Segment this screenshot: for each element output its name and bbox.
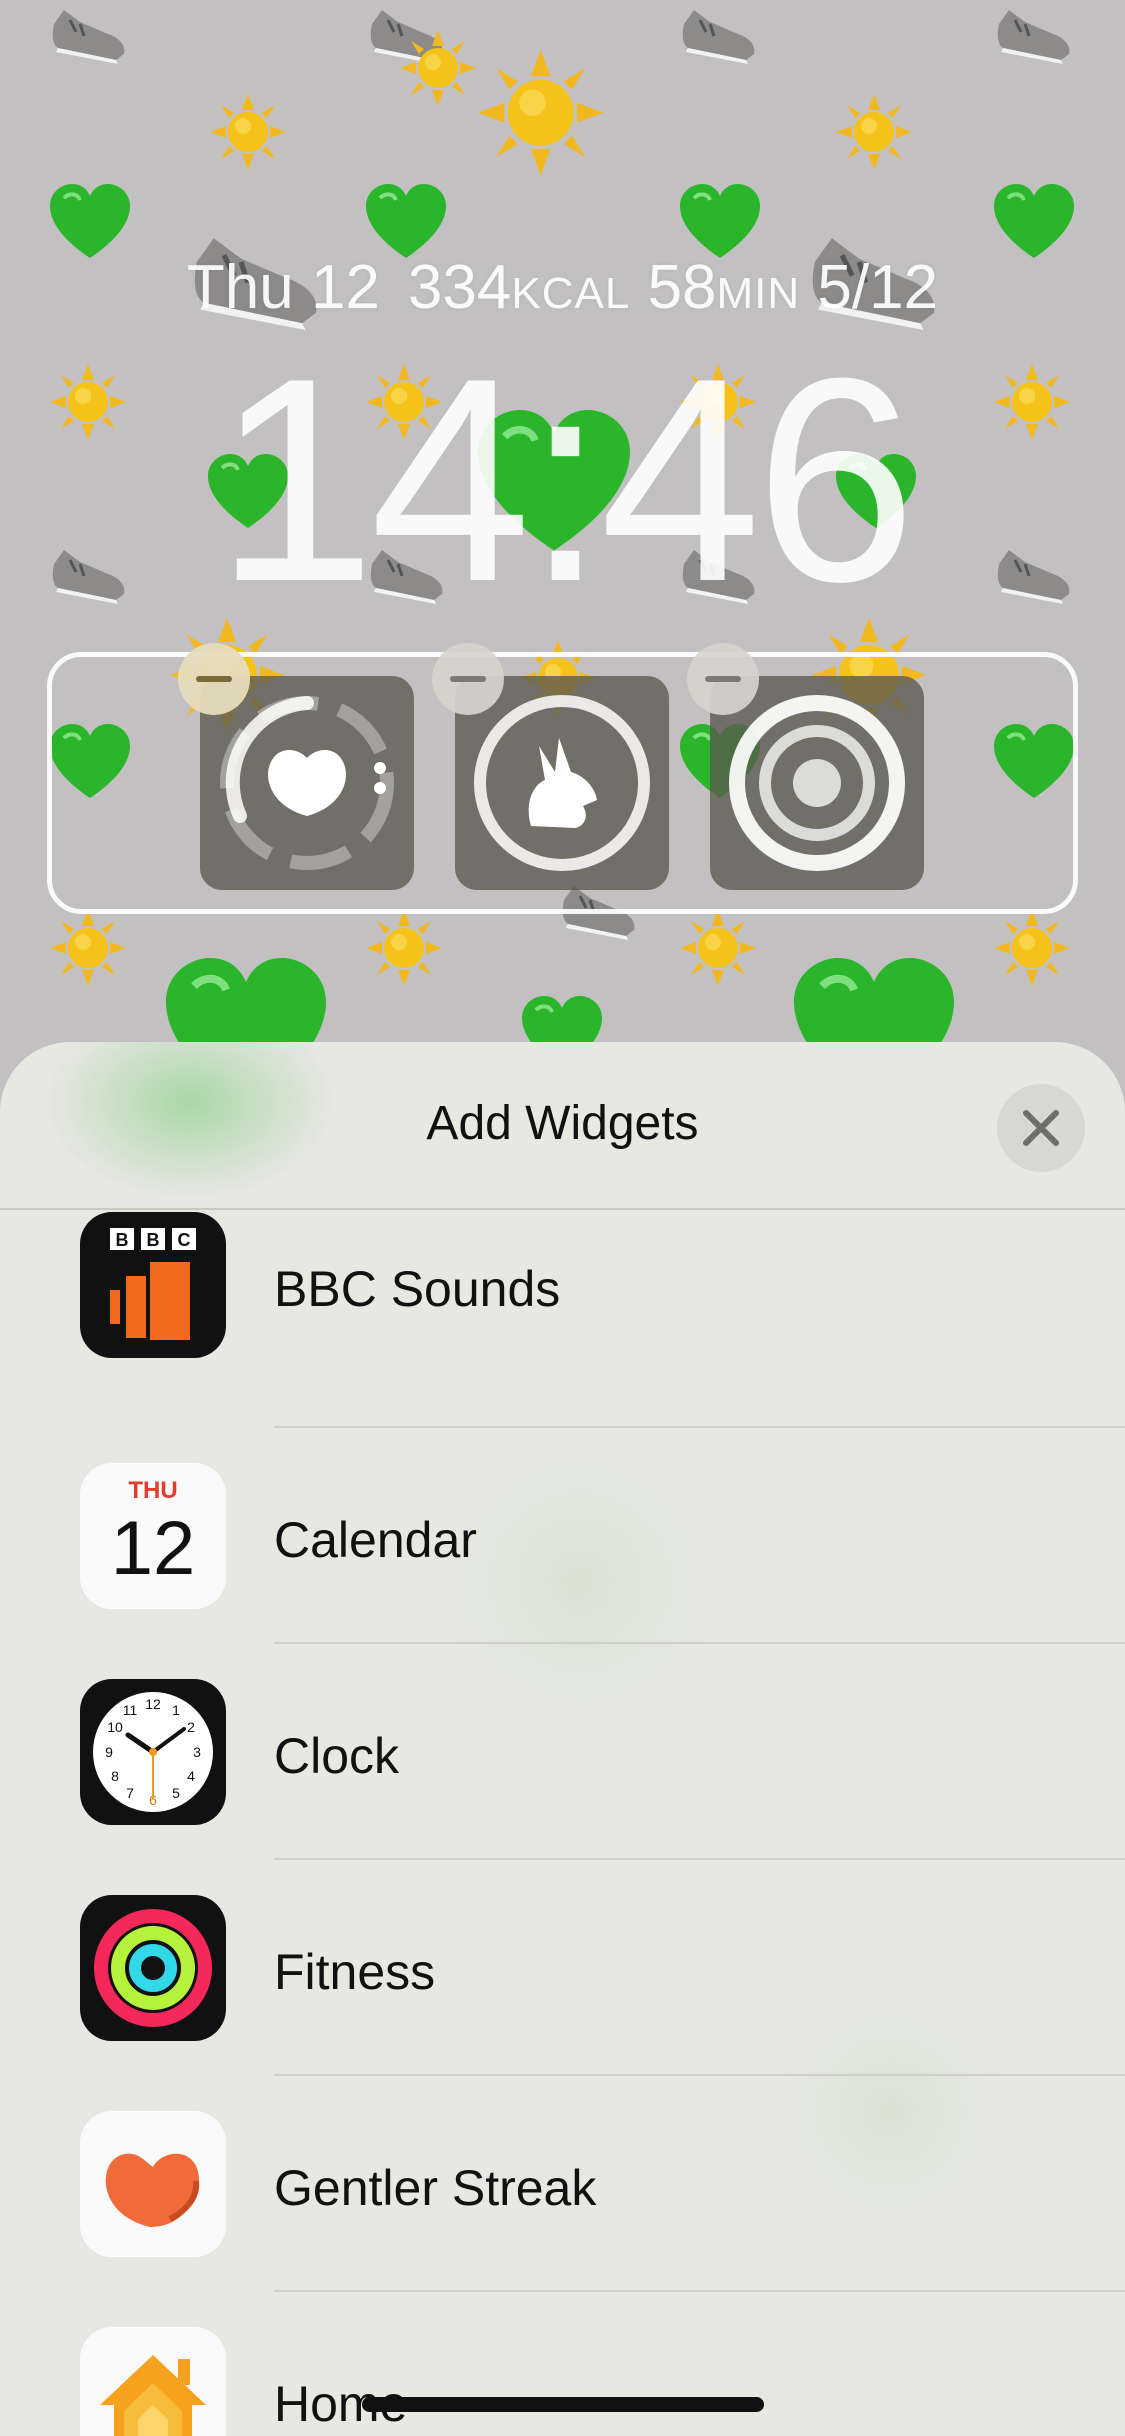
svg-text:1: 1 [172, 1702, 180, 1718]
svg-text:5: 5 [172, 1785, 180, 1801]
home-icon [80, 2327, 226, 2436]
list-item-fitness[interactable]: Fitness [0, 1860, 1125, 2076]
clock-icon: 12 1 2 345 678 9 10 11 [80, 1679, 226, 1825]
list-item-clock[interactable]: 12 1 2 345 678 9 10 11 Clock [0, 1644, 1125, 1860]
list-item-gentler-streak[interactable]: Gentler Streak [0, 2076, 1125, 2292]
lock-screen-clock[interactable]: 14:46 [0, 335, 1125, 625]
home-indicator[interactable] [362, 2397, 764, 2412]
list-item-home[interactable]: Home [0, 2292, 1125, 2436]
calories-value: 334 [407, 253, 512, 322]
fitness-rings-icon [80, 1895, 226, 2041]
svg-text:12: 12 [145, 1696, 161, 1712]
app-label: Clock [274, 1728, 400, 1784]
svg-text:11: 11 [123, 1702, 138, 1718]
steps-progress: 5/12 [817, 253, 939, 322]
app-label: Fitness [274, 1944, 436, 2000]
minutes-unit: MIN [716, 269, 801, 318]
date-label: Thu 12 [186, 253, 380, 322]
close-icon [1023, 1110, 1059, 1146]
sheet-header: Add Widgets [0, 1042, 1125, 1210]
calendar-day-name: THU [128, 1477, 178, 1504]
remove-widget-button-1[interactable] [178, 643, 250, 715]
list-item-calendar[interactable]: THU 12 Calendar [0, 1428, 1125, 1644]
svg-text:B: B [147, 1230, 160, 1250]
svg-text:B: B [116, 1230, 129, 1250]
calendar-day-number: 12 [110, 1506, 196, 1591]
lock-screen-status-line: Thu 12 334KCAL 58MIN 5/12 [0, 252, 1125, 323]
svg-text:10: 10 [107, 1719, 123, 1735]
svg-text:8: 8 [111, 1768, 119, 1784]
svg-text:2: 2 [187, 1719, 195, 1735]
remove-widget-button-3[interactable] [687, 643, 759, 715]
sheet-title: Add Widgets [426, 1097, 699, 1150]
svg-text:9: 9 [105, 1744, 113, 1760]
svg-text:3: 3 [193, 1744, 201, 1760]
app-label: Gentler Streak [274, 2160, 597, 2216]
bbc-sounds-icon: B B C [80, 1212, 226, 1358]
app-label: Calendar [274, 1512, 477, 1568]
list-item-bbc-sounds[interactable]: B B C BBC Sounds [0, 1212, 1125, 1428]
svg-text:4: 4 [187, 1768, 195, 1784]
add-widgets-sheet[interactable]: Add Widgets B B C BBC Sounds THU 12 Cale… [0, 1042, 1125, 2436]
calendar-icon: THU 12 [80, 1463, 226, 1609]
svg-text:C: C [178, 1230, 191, 1250]
minutes-value: 58 [647, 253, 717, 322]
close-button[interactable] [997, 1084, 1085, 1172]
lock-screen-wallpaper: Thu 12 334KCAL 58MIN 5/12 14:46 [0, 0, 1125, 1100]
svg-text:7: 7 [126, 1785, 134, 1801]
gentler-streak-icon [80, 2111, 226, 2257]
remove-widget-button-2[interactable] [432, 643, 504, 715]
app-label: BBC Sounds [274, 1261, 561, 1317]
calories-unit: KCAL [511, 269, 631, 318]
